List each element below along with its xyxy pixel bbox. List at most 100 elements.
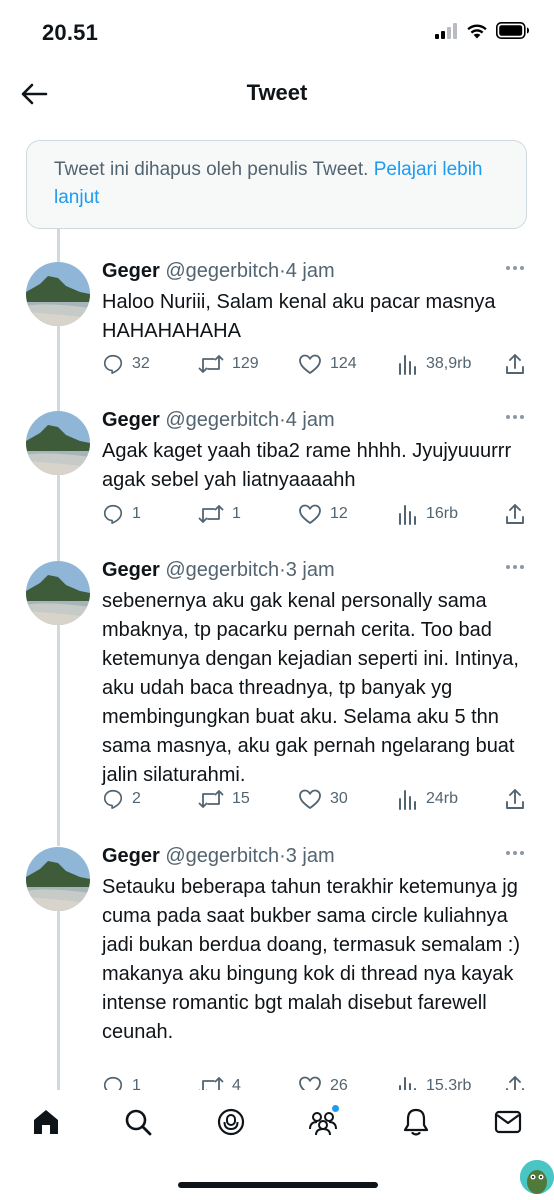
views-icon — [399, 790, 416, 810]
thread-tweet[interactable]: Geger @gegerbitch·4 jam Agak kaget yaah … — [0, 407, 554, 547]
thread-tweet[interactable]: Geger @gegerbitch·3 jam sebenernya aku g… — [0, 557, 554, 837]
separator-dot: · — [279, 845, 286, 867]
bottom-navigation — [0, 1090, 554, 1200]
search-icon — [125, 1109, 152, 1136]
share-button[interactable] — [504, 503, 526, 525]
like-count: 124 — [330, 355, 357, 372]
avatar[interactable] — [26, 411, 90, 475]
deleted-tweet-notice: Tweet ini dihapus oleh penulis Tweet. Pe… — [26, 140, 527, 229]
top-header: Tweet — [0, 64, 554, 126]
tweet-actions: 1 1 12 16rb — [102, 503, 530, 529]
tweet-header: Geger @gegerbitch·3 jam — [102, 557, 335, 583]
retweet-button[interactable]: 129 — [198, 353, 259, 375]
heart-icon — [299, 354, 321, 374]
like-button[interactable]: 12 — [298, 503, 348, 525]
views-count: 16rb — [426, 505, 459, 522]
author-handle[interactable]: @gegerbitch — [165, 845, 279, 867]
author-name[interactable]: Geger — [102, 409, 160, 431]
wifi-icon — [467, 24, 487, 39]
views-button[interactable]: 24rb — [398, 788, 458, 810]
author-handle[interactable]: @gegerbitch — [165, 260, 279, 282]
views-count: 24rb — [426, 790, 459, 807]
retweet-count: 1 — [232, 505, 241, 522]
retweet-icon — [198, 790, 224, 808]
tweet-header: Geger @gegerbitch·3 jam — [102, 843, 335, 869]
reply-button[interactable]: 1 — [102, 503, 141, 525]
views-icon — [399, 505, 416, 525]
views-button[interactable]: 16rb — [398, 503, 458, 525]
share-button[interactable] — [504, 353, 526, 375]
avatar[interactable] — [26, 262, 90, 326]
share-icon — [506, 504, 524, 524]
battery-icon — [496, 22, 529, 39]
author-handle[interactable]: @gegerbitch — [165, 559, 279, 581]
tweet-time: 4 jam — [285, 260, 335, 282]
retweet-count: 15 — [232, 790, 250, 807]
tweet-text: Setauku beberapa tahun terakhir ketemuny… — [102, 876, 521, 1043]
cellular-signal-icon — [435, 22, 457, 39]
reply-icon — [103, 354, 123, 374]
nav-search[interactable] — [118, 1102, 158, 1142]
like-button[interactable]: 124 — [298, 353, 357, 375]
messages-icon — [494, 1110, 522, 1134]
tweet-header: Geger @gegerbitch·4 jam — [102, 258, 335, 284]
retweet-count: 129 — [232, 355, 259, 372]
tweet-text: Agak kaget yaah tiba2 rame hhhh. Jyujyuu… — [102, 440, 512, 491]
retweet-button[interactable]: 1 — [198, 503, 241, 525]
retweet-icon — [198, 505, 224, 523]
author-handle[interactable]: @gegerbitch — [165, 409, 279, 431]
share-icon — [506, 354, 524, 374]
separator-dot: · — [279, 409, 286, 431]
nav-notifications[interactable] — [396, 1102, 436, 1142]
more-options-icon[interactable] — [506, 415, 524, 419]
separator-dot: · — [279, 260, 286, 282]
thread-tweet[interactable]: Geger @gegerbitch·3 jam Setauku beberapa… — [0, 843, 554, 1097]
views-button[interactable]: 38,9rb — [398, 353, 471, 375]
account-avatar[interactable] — [520, 1160, 554, 1194]
author-name[interactable]: Geger — [102, 260, 160, 282]
reply-icon — [103, 789, 123, 809]
tweet-actions: 32 129 124 38,9rb — [102, 353, 530, 379]
heart-icon — [299, 789, 321, 809]
page-title: Tweet — [246, 80, 308, 105]
reply-count: 32 — [132, 355, 150, 372]
more-options-icon[interactable] — [506, 851, 524, 855]
notification-dot — [332, 1105, 339, 1112]
heart-icon — [299, 504, 321, 524]
avatar[interactable] — [26, 847, 90, 911]
reply-count: 2 — [132, 790, 141, 807]
reply-count: 1 — [132, 505, 141, 522]
tweet-time: 3 jam — [285, 559, 335, 581]
separator-dot: · — [279, 559, 286, 581]
spaces-icon — [217, 1108, 245, 1136]
reply-button[interactable]: 2 — [102, 788, 141, 810]
views-count: 38,9rb — [426, 355, 472, 372]
tweet-time: 4 jam — [285, 409, 335, 431]
reply-button[interactable]: 32 — [102, 353, 150, 375]
tweet-actions: 2 15 30 24rb — [102, 788, 530, 814]
author-name[interactable]: Geger — [102, 559, 160, 581]
nav-home[interactable] — [26, 1102, 66, 1142]
nav-communities[interactable] — [303, 1102, 343, 1142]
more-options-icon[interactable] — [506, 565, 524, 569]
status-bar: 20.51 — [0, 0, 554, 64]
retweet-button[interactable]: 15 — [198, 788, 250, 810]
like-count: 30 — [330, 790, 348, 807]
author-name[interactable]: Geger — [102, 845, 160, 867]
share-button[interactable] — [504, 788, 526, 810]
status-icons — [434, 22, 530, 39]
more-options-icon[interactable] — [506, 266, 524, 270]
home-indicator — [178, 1182, 378, 1188]
share-icon — [506, 789, 524, 809]
deleted-notice-text: Tweet ini dihapus oleh penulis Tweet. — [54, 159, 369, 180]
home-icon — [34, 1110, 58, 1134]
tweet-time: 3 jam — [285, 845, 335, 867]
nav-messages[interactable] — [488, 1102, 528, 1142]
avatar[interactable] — [26, 561, 90, 625]
like-button[interactable]: 30 — [298, 788, 348, 810]
nav-spaces[interactable] — [211, 1102, 251, 1142]
views-icon — [399, 355, 416, 375]
thread-tweet[interactable]: Geger @gegerbitch·4 jam Haloo Nuriii, Sa… — [0, 258, 554, 398]
notifications-icon — [403, 1108, 429, 1136]
tweet-text: Haloo Nuriii, Salam kenal aku pacar masn… — [102, 291, 496, 342]
